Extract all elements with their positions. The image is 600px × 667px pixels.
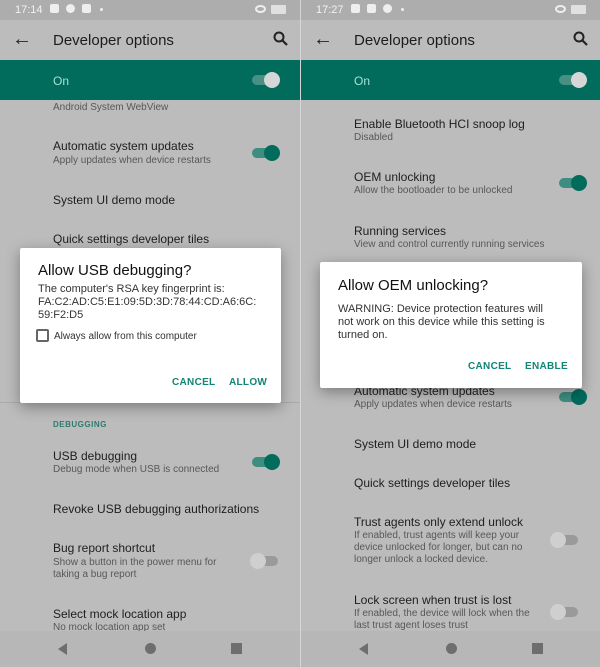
search-icon[interactable] <box>272 30 290 48</box>
oem-unlocking-dialog: Allow OEM unlocking? WARNING: Device pro… <box>320 262 582 388</box>
enable-button[interactable]: ENABLE <box>525 361 568 372</box>
dialog-line-3: turned on. <box>338 329 388 341</box>
more-notifications-icon <box>100 8 103 11</box>
mock-location-title[interactable]: Select mock location app <box>53 607 186 621</box>
dialog-line-2: FA:C2:AD:C5:E1:09:5D:3D:78:44:CD:A6:6C: <box>38 296 257 308</box>
nav-home-icon[interactable] <box>145 643 156 654</box>
eye-icon <box>555 5 566 13</box>
nav-back-icon[interactable] <box>359 643 368 655</box>
toolbar: ← Developer options <box>0 20 300 60</box>
navigation-bar <box>0 631 300 667</box>
usb-debugging-title[interactable]: USB debugging <box>53 449 137 463</box>
lock-screen-trust-title[interactable]: Lock screen when trust is lost <box>354 593 511 607</box>
master-toggle[interactable] <box>559 72 587 88</box>
dialog-title: Allow OEM unlocking? <box>338 277 489 294</box>
bluetooth-hci-log-title[interactable]: Enable Bluetooth HCI snoop log <box>354 117 525 131</box>
lock-screen-trust-toggle[interactable] <box>550 604 578 620</box>
master-switch-label: On <box>354 74 371 88</box>
clock: 17:14 <box>15 4 43 16</box>
navigation-bar <box>301 631 600 667</box>
automatic-updates-title[interactable]: Automatic system updates <box>53 139 194 153</box>
left-screen: 17:14 ← Developer options On Android Sys… <box>0 0 300 667</box>
running-services-summary: View and control currently running servi… <box>354 239 545 250</box>
nav-back-icon[interactable] <box>58 643 67 655</box>
trust-agents-title[interactable]: Trust agents only extend unlock <box>354 515 523 529</box>
system-ui-demo-mode[interactable]: System UI demo mode <box>354 437 476 451</box>
usb-debugging-summary: Debug mode when USB is connected <box>53 464 220 475</box>
master-toggle[interactable] <box>252 72 280 88</box>
master-switch-label: On <box>53 74 70 88</box>
trust-agents-summary-1: If enabled, trust agents will keep your <box>354 530 520 541</box>
battery-icon <box>571 5 586 14</box>
oem-unlocking-summary: Allow the bootloader to be unlocked <box>354 185 513 196</box>
battery-icon <box>271 5 286 14</box>
bug-report-summary-2: taking a bug report <box>53 569 137 580</box>
developer-options-master-switch[interactable]: On <box>301 60 600 100</box>
page-title: Developer options <box>53 32 174 49</box>
dialog-line-1: WARNING: Device protection features will <box>338 303 543 315</box>
bug-report-shortcut-title[interactable]: Bug report shortcut <box>53 541 155 555</box>
status-bar: 17:14 <box>0 0 300 20</box>
status-bar: 17:27 <box>301 0 600 20</box>
running-services-title[interactable]: Running services <box>354 224 446 238</box>
more-notifications-icon <box>401 8 404 11</box>
right-screen: 17:27 ← Developer options On Enable Blue… <box>300 0 600 667</box>
settings-notification-icon <box>66 4 75 13</box>
search-icon[interactable] <box>572 30 590 48</box>
back-arrow-icon[interactable]: ← <box>12 28 32 51</box>
clock: 17:27 <box>316 4 344 16</box>
automatic-updates-toggle[interactable] <box>559 389 587 405</box>
cancel-button[interactable]: CANCEL <box>172 377 215 388</box>
allow-button[interactable]: ALLOW <box>229 377 267 388</box>
quick-settings-tiles[interactable]: Quick settings developer tiles <box>53 232 209 246</box>
back-arrow-icon[interactable]: ← <box>313 28 333 51</box>
dialog-line-1: The computer's RSA key fingerprint is: <box>38 283 225 295</box>
toolbar: ← Developer options <box>301 20 600 60</box>
nav-recents-icon[interactable] <box>231 643 242 654</box>
image-notification-icon <box>50 4 59 13</box>
usb-debugging-toggle[interactable] <box>252 454 280 470</box>
automatic-updates-summary: Apply updates when device restarts <box>53 155 211 166</box>
nav-recents-icon[interactable] <box>532 643 543 654</box>
settings-notification-icon <box>383 4 392 13</box>
bug-report-summary-1: Show a button in the power menu for <box>53 557 217 568</box>
automatic-updates-summary: Apply updates when device restarts <box>354 399 512 410</box>
system-ui-demo-mode[interactable]: System UI demo mode <box>53 193 175 207</box>
image-notification-icon <box>351 4 360 13</box>
dialog-title: Allow USB debugging? <box>38 262 192 279</box>
trust-agents-toggle[interactable] <box>550 532 578 548</box>
oem-unlocking-toggle[interactable] <box>559 175 587 191</box>
lock-screen-trust-summary-1: If enabled, the device will lock when th… <box>354 608 530 619</box>
eye-icon <box>255 5 266 13</box>
nav-home-icon[interactable] <box>446 643 457 654</box>
quick-settings-tiles[interactable]: Quick settings developer tiles <box>354 476 510 490</box>
webview-summary: Android System WebView <box>53 102 169 113</box>
bluetooth-hci-log-summary: Disabled <box>354 132 393 143</box>
page-title: Developer options <box>354 32 475 49</box>
dialog-line-3: 59:F2:D5 <box>38 309 84 321</box>
developer-options-master-switch[interactable]: On <box>0 60 300 100</box>
trust-agents-summary-2: device unlocked for longer, but can no <box>354 542 523 553</box>
trust-agents-summary-3: longer unlock a locked device. <box>354 554 488 565</box>
always-allow-label[interactable]: Always allow from this computer <box>54 330 197 343</box>
revoke-usb-authorizations[interactable]: Revoke USB debugging authorizations <box>53 502 259 516</box>
always-allow-checkbox[interactable] <box>36 329 49 342</box>
dialog-line-2: not work on this device while this setti… <box>338 316 545 328</box>
automatic-updates-toggle[interactable] <box>252 145 280 161</box>
category-debugging: DEBUGGING <box>53 420 107 429</box>
shield-notification-icon <box>82 4 91 13</box>
bug-report-toggle[interactable] <box>250 553 278 569</box>
oem-unlocking-title[interactable]: OEM unlocking <box>354 170 435 184</box>
cancel-button[interactable]: CANCEL <box>468 361 511 372</box>
usb-debugging-dialog: Allow USB debugging? The computer's RSA … <box>20 248 281 403</box>
shield-notification-icon <box>367 4 376 13</box>
